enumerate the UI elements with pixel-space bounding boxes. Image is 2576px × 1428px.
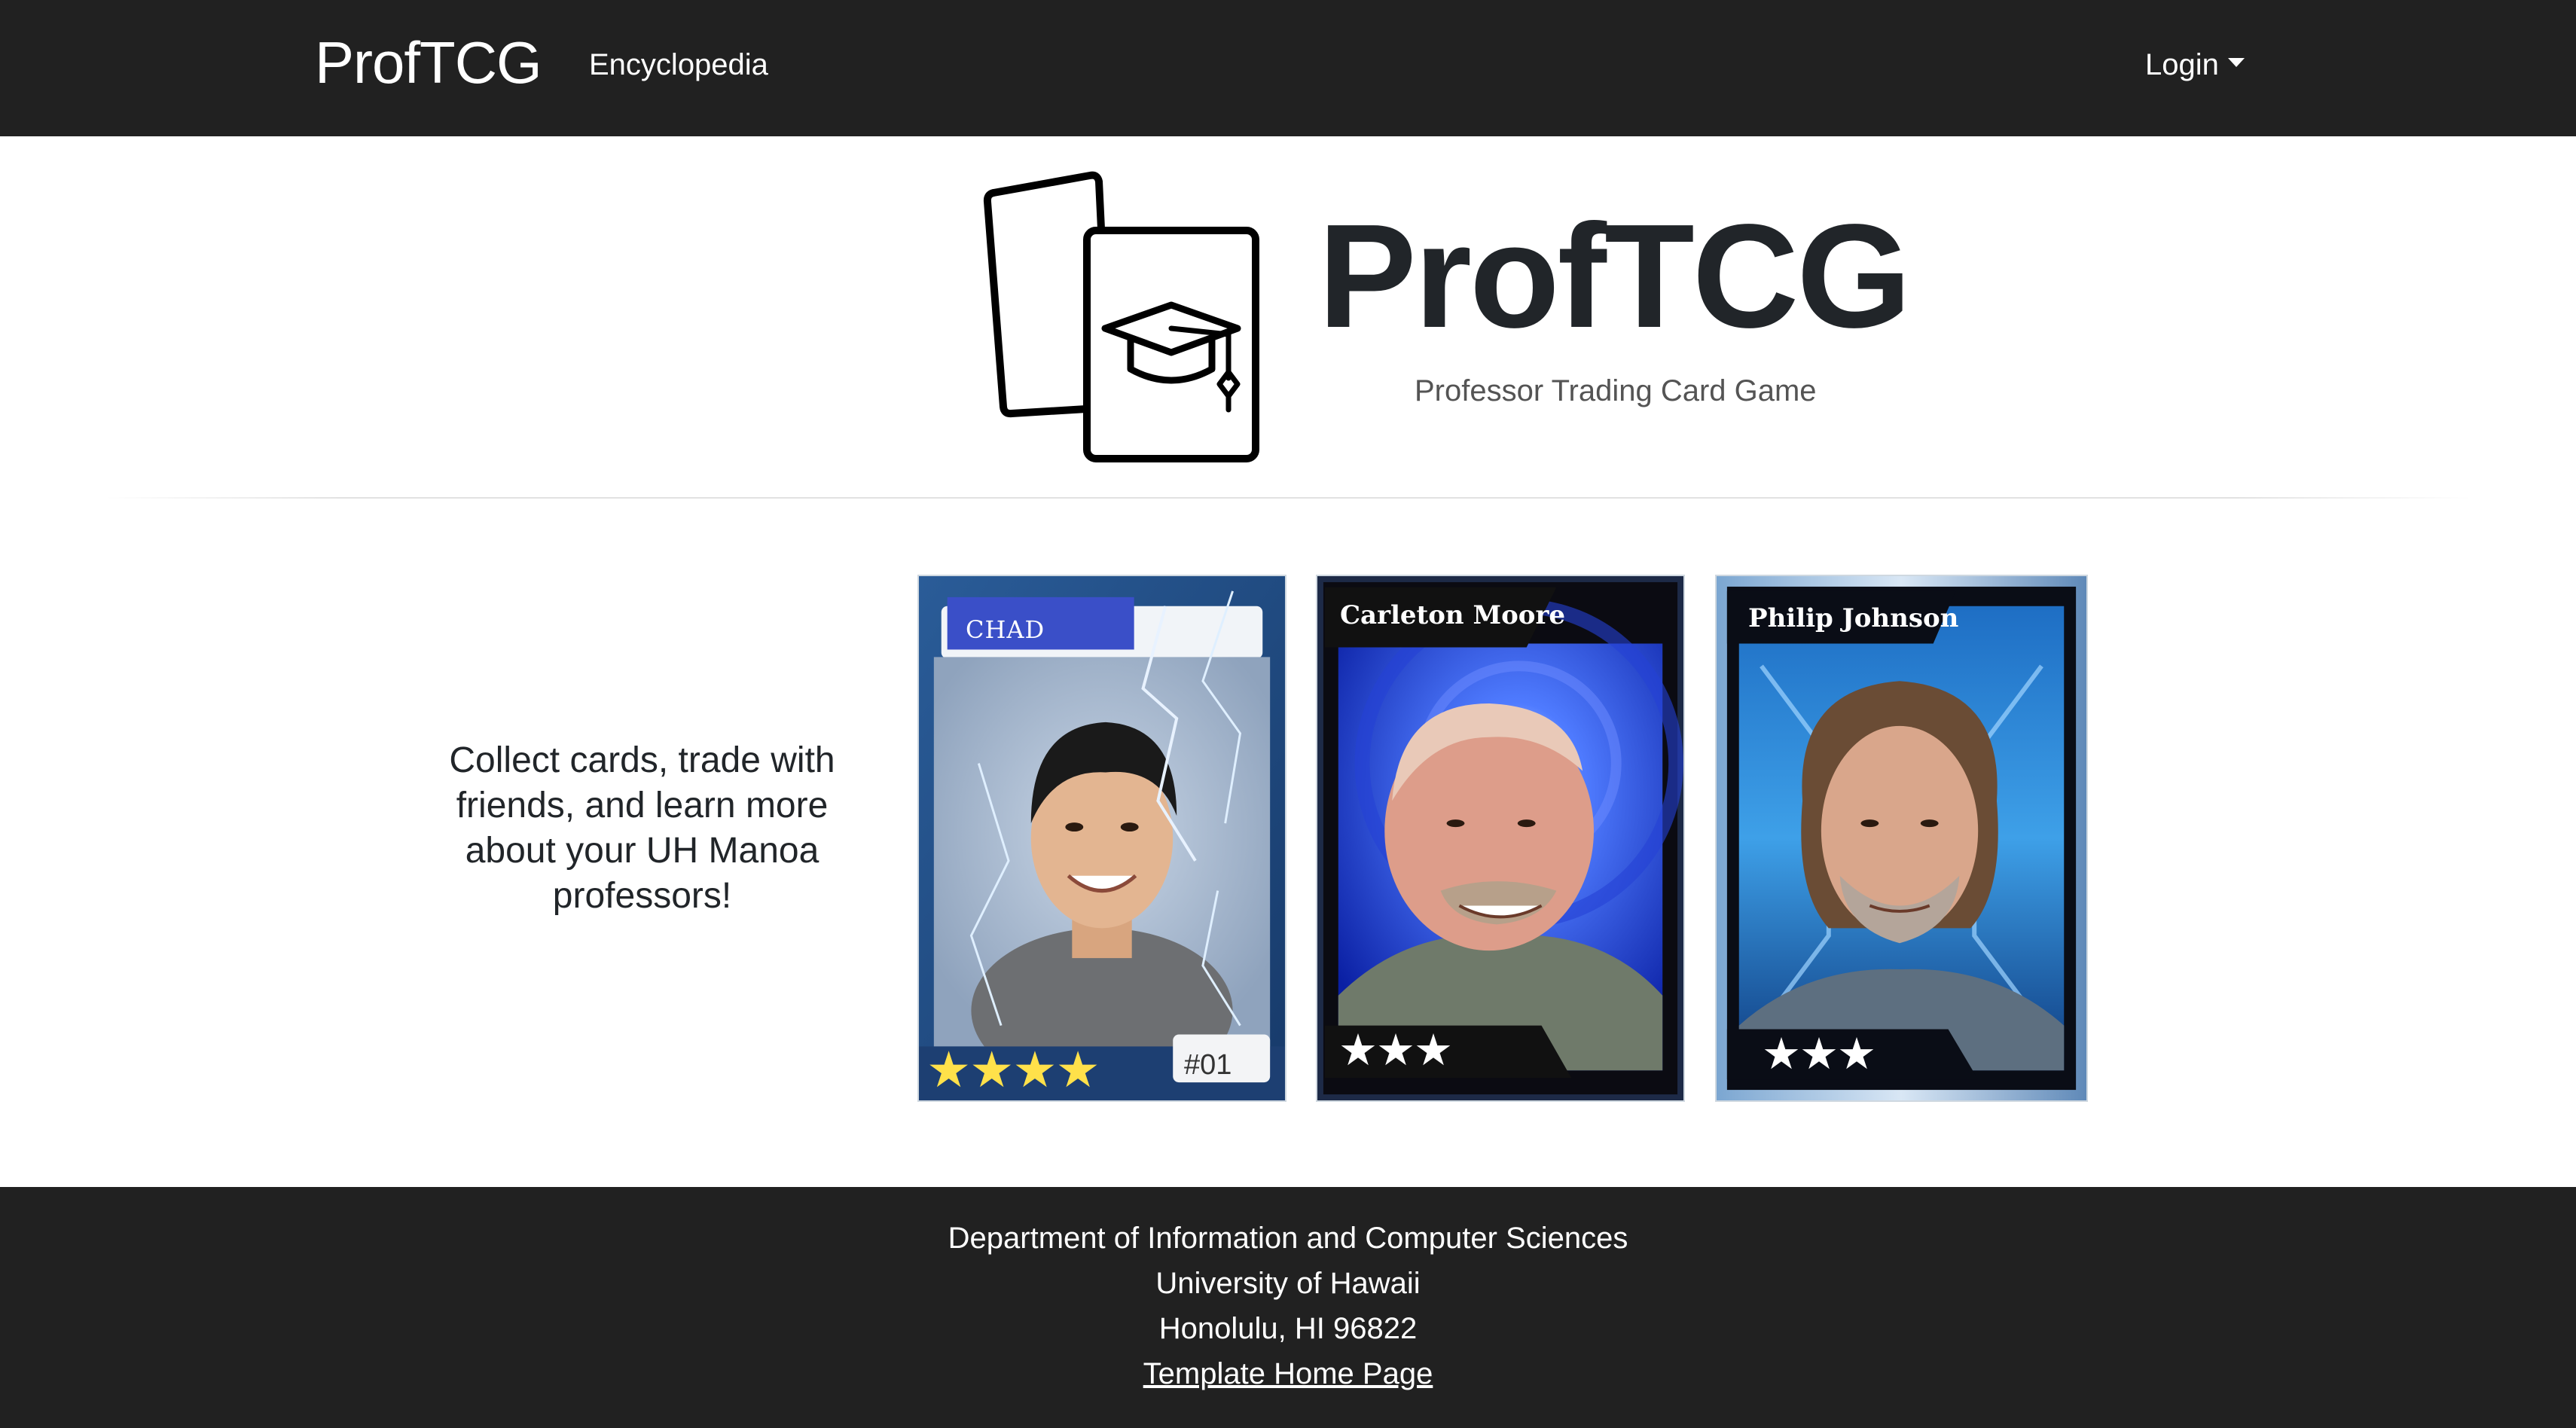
star-icon: ★ <box>926 1042 971 1097</box>
logo-icon <box>983 167 1269 468</box>
professor-card-carleton-moore[interactable]: Carleton Moore ★★★ <box>1316 575 1685 1102</box>
star-icon: ★ <box>1837 1030 1876 1079</box>
login-label: Login <box>2145 48 2219 81</box>
card-name: Carleton Moore <box>1340 600 1566 630</box>
card-name: CHAD <box>966 615 1045 644</box>
footer-university: University of Hawaii <box>1155 1267 1421 1300</box>
professor-card-philip-johnson[interactable]: Philip Johnson ★★★ <box>1715 575 2088 1102</box>
page-footer: Department of Information and Computer S… <box>0 1187 2576 1428</box>
star-icon: ★ <box>1338 1026 1378 1075</box>
star-icon: ★ <box>1055 1042 1100 1097</box>
hero-subtitle: Professor Trading Card Game <box>1415 374 1817 407</box>
star-icon: ★ <box>1414 1026 1453 1075</box>
template-home-link[interactable]: Template Home Page <box>1143 1357 1433 1390</box>
section-divider <box>105 497 2471 499</box>
login-dropdown[interactable]: Login <box>2145 47 2245 83</box>
star-icon: ★ <box>1376 1026 1415 1075</box>
card-number: #01 <box>1184 1049 1232 1081</box>
chevron-down-icon <box>2227 58 2245 67</box>
top-navbar: ProfTCG Encyclopedia Login <box>0 0 2576 136</box>
professor-card-chad[interactable]: CHAD ★★★★ #01 <box>917 575 1286 1102</box>
star-icon: ★ <box>1762 1030 1801 1079</box>
star-icon: ★ <box>969 1042 1014 1097</box>
star-rating: ★★★★ <box>926 1042 1100 1097</box>
star-rating: ★★★ <box>1338 1026 1453 1075</box>
footer-department: Department of Information and Computer S… <box>948 1222 1628 1255</box>
navbar-brand[interactable]: ProfTCG <box>315 29 542 96</box>
hero-title: ProfTCG <box>1318 194 1912 359</box>
tagline-text: Collect cards, trade with friends, and l… <box>449 740 835 916</box>
star-rating: ★★★ <box>1762 1030 1876 1079</box>
star-icon: ★ <box>1799 1030 1839 1079</box>
card-name: Philip Johnson <box>1748 603 1959 633</box>
nav-link-encyclopedia[interactable]: Encyclopedia <box>589 47 768 83</box>
footer-address: Honolulu, HI 96822 <box>1158 1312 1418 1345</box>
star-icon: ★ <box>1012 1042 1057 1097</box>
